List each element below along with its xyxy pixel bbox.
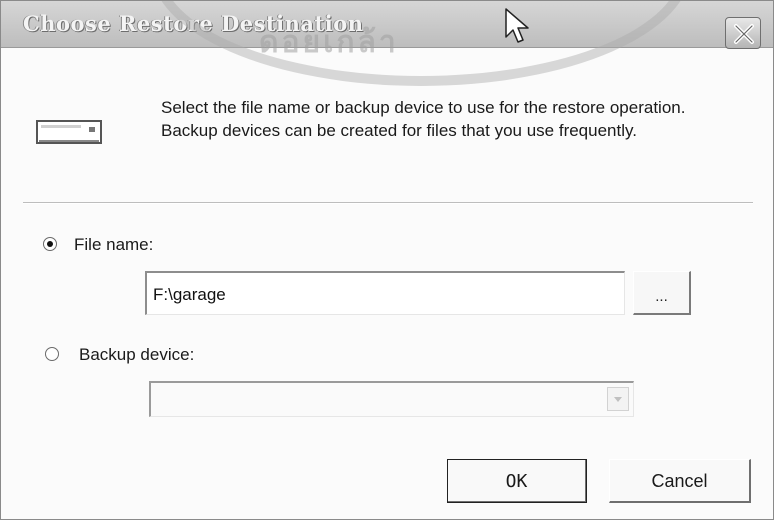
backup-device-select[interactable]: [149, 381, 634, 417]
tape-drive-icon: [36, 120, 102, 144]
dropdown-button[interactable]: [607, 387, 629, 411]
title-bar[interactable]: Choose Restore Destination: [1, 1, 773, 49]
cancel-button[interactable]: Cancel: [609, 459, 751, 503]
radio-selected-dot: [47, 241, 53, 247]
mouse-pointer-icon: [505, 8, 529, 43]
cancel-button-label: Cancel: [651, 471, 708, 491]
backup-device-label[interactable]: Backup device:: [79, 345, 194, 365]
browse-button[interactable]: ...: [633, 271, 691, 315]
dialog-description: Select the file name or backup device to…: [161, 98, 686, 140]
dialog-title: Choose Restore Destination: [23, 11, 364, 36]
restore-dialog: Choose Restore Destination ดอยเกล้า Sele…: [0, 0, 774, 520]
chevron-down-icon: [614, 397, 622, 402]
backup-device-radio[interactable]: [45, 347, 59, 361]
file-name-label[interactable]: File name:: [74, 235, 153, 255]
section-divider: [23, 202, 753, 204]
close-button[interactable]: [725, 17, 761, 49]
file-name-radio[interactable]: [43, 237, 57, 251]
file-name-input[interactable]: F:\garage: [145, 271, 625, 315]
ok-button-label: OK: [505, 471, 528, 492]
close-icon: [734, 24, 754, 44]
ok-button[interactable]: OK: [447, 459, 587, 503]
